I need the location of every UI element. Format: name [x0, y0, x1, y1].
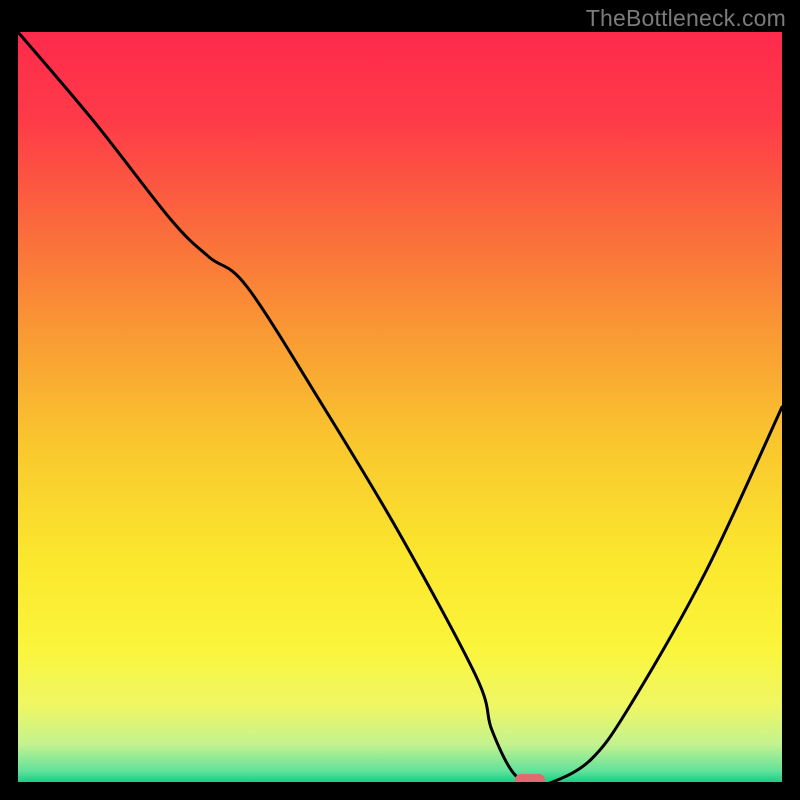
- plot-area: [18, 32, 782, 782]
- watermark-text: TheBottleneck.com: [586, 5, 786, 32]
- chart-svg: [18, 32, 782, 782]
- optimal-marker: [515, 774, 545, 782]
- gradient-background: [18, 32, 782, 782]
- chart-container: TheBottleneck.com: [0, 0, 800, 800]
